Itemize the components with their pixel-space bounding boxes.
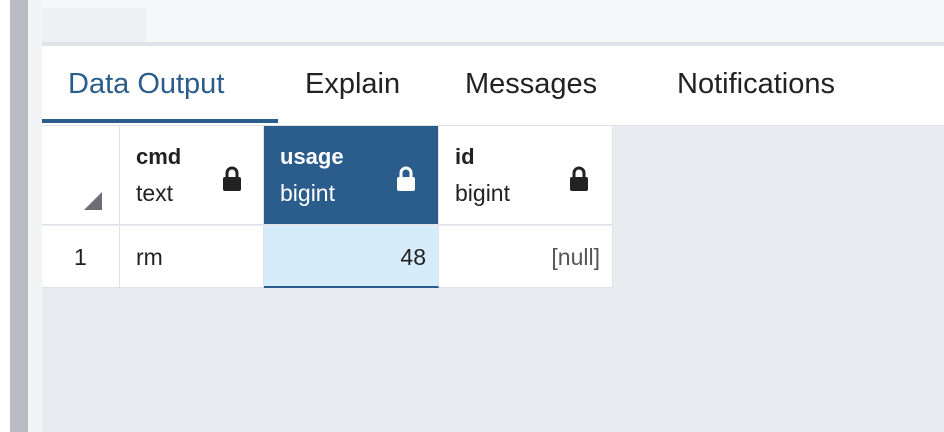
- cell-value: rm: [136, 244, 163, 270]
- panel-splitter[interactable]: [10, 0, 28, 432]
- row-number: 1: [74, 244, 87, 270]
- panel-edge: [28, 0, 42, 432]
- column-name: cmd: [136, 144, 182, 169]
- column-header-id[interactable]: id bigint: [439, 126, 613, 225]
- column-name: id: [455, 144, 475, 169]
- table-cell-id[interactable]: [null]: [439, 226, 613, 288]
- cell-value: 48: [400, 244, 426, 270]
- row-number-cell[interactable]: 1: [42, 226, 120, 288]
- results-tabbar: Data Output Explain Messages Notificatio…: [42, 46, 944, 126]
- column-header-cmd[interactable]: cmd text: [120, 126, 264, 225]
- left-gutter: [0, 0, 10, 432]
- grid-corner-header[interactable]: [42, 126, 120, 225]
- top-toolbar-area: [42, 0, 944, 42]
- tab-data-output[interactable]: Data Output: [68, 68, 224, 101]
- column-type: bigint: [455, 180, 510, 206]
- table-cell-usage[interactable]: 48: [264, 226, 439, 288]
- cell-value-null: [null]: [551, 244, 600, 270]
- column-type: bigint: [280, 180, 335, 206]
- lock-icon: [397, 166, 415, 191]
- tab-messages[interactable]: Messages: [465, 68, 597, 101]
- tab-explain[interactable]: Explain: [305, 68, 400, 101]
- data-grid: cmd text usage bigint id bigint 1 rm 48 …: [42, 126, 613, 289]
- tab-notifications[interactable]: Notifications: [677, 68, 835, 101]
- select-all-triangle-icon[interactable]: [84, 192, 102, 210]
- lock-icon: [570, 166, 588, 191]
- lock-icon: [223, 166, 241, 191]
- toolbar-placeholder: [42, 8, 146, 42]
- column-type: text: [136, 180, 174, 206]
- table-cell-cmd[interactable]: rm: [120, 226, 264, 288]
- column-name: usage: [280, 144, 344, 169]
- active-tab-indicator: [42, 119, 278, 123]
- column-header-usage[interactable]: usage bigint: [264, 126, 439, 225]
